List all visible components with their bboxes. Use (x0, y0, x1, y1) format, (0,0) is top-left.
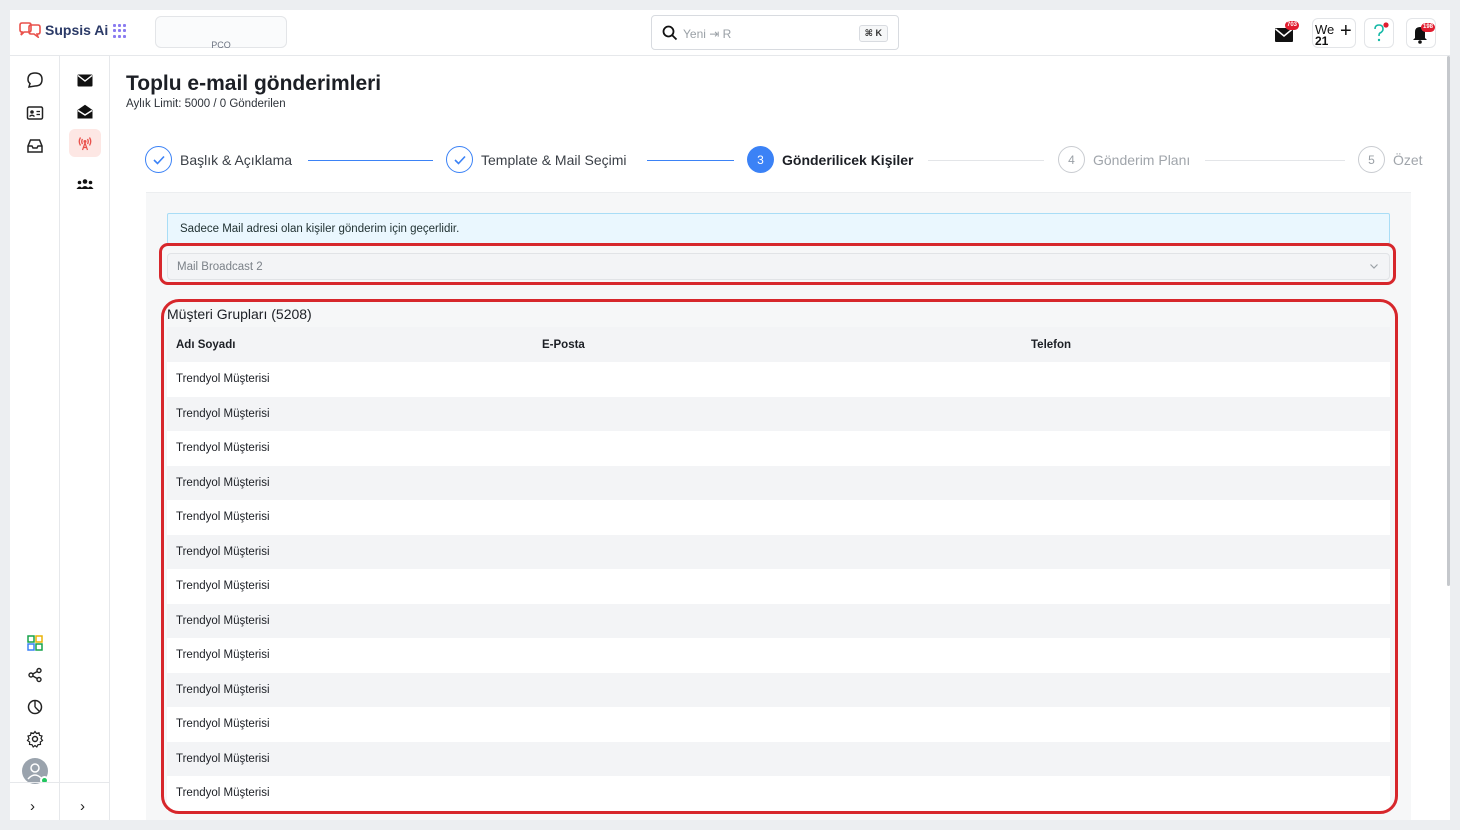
integrations-nav-item[interactable] (19, 661, 51, 689)
step-template-mail[interactable]: Template & Mail Seçimi (446, 146, 627, 173)
group-icon (76, 179, 94, 189)
expand-sidebar-chevron-icon[interactable]: › (30, 798, 35, 815)
mail-badge: 703 (1285, 21, 1300, 30)
broadcast-icon (78, 137, 92, 151)
share-icon (28, 667, 42, 683)
wizard-stepper: Başlık & Açıklama Template & Mail Seçimi… (145, 146, 1423, 174)
mail-open-icon (77, 104, 93, 118)
mail-icon (77, 74, 93, 86)
secondary-sidebar: › (60, 56, 110, 820)
organization-selector[interactable]: PCO (155, 16, 287, 50)
notifications-button[interactable]: 198 (1406, 18, 1436, 48)
chat-icon (27, 72, 43, 88)
help-button[interactable] (1364, 18, 1394, 48)
question-icon (1374, 22, 1389, 42)
settings-nav-item[interactable] (19, 725, 51, 753)
chat-nav-item[interactable] (19, 66, 51, 94)
step-label: Özet (1393, 151, 1423, 168)
settings-icon (26, 730, 44, 748)
primary-sidebar: › (10, 56, 60, 820)
inbox-nav-item[interactable] (19, 132, 51, 160)
groups-nav-item[interactable] (69, 170, 101, 198)
step-connector (647, 160, 734, 161)
step-send-plan[interactable]: 4 Gönderim Planı (1058, 146, 1190, 173)
page-scrollbar[interactable] (1447, 56, 1450, 586)
app-window: Supsis Ai PCO Yeni ⇥ R ⌘ K 703 We 21 + 1… (10, 10, 1450, 820)
contact-card-icon (26, 106, 44, 120)
brand-logo[interactable]: Supsis Ai (18, 22, 108, 38)
step-recipients[interactable]: 3 Gönderilicek Kişiler (747, 146, 914, 173)
app-name: Supsis Ai (45, 22, 109, 38)
supsis-logo-icon (19, 22, 41, 38)
step-label: Gönderim Planı (1093, 151, 1191, 168)
online-status-dot (40, 776, 49, 785)
dashboard-icon (27, 635, 43, 651)
step-label: Gönderilicek Kişiler (782, 151, 914, 168)
step-connector (928, 160, 1044, 161)
page-title: Toplu e-mail gönderimleri (126, 72, 382, 95)
step-number: 5 (1358, 146, 1385, 173)
calendar-add-button[interactable]: We 21 + (1312, 18, 1356, 48)
notification-badge: 198 (1421, 23, 1436, 32)
info-alert: Sadece Mail adresi olan kişiler gönderim… (167, 213, 1390, 244)
step-connector (1205, 160, 1345, 161)
check-icon (446, 146, 473, 173)
dashboard-nav-item[interactable] (19, 629, 51, 657)
mail-open-nav-item[interactable] (69, 97, 101, 125)
search-shortcut: ⌘ K (858, 25, 888, 42)
step-title-description[interactable]: Başlık & Açıklama (145, 146, 292, 173)
user-avatar[interactable] (22, 758, 49, 785)
check-icon (145, 146, 172, 173)
rail-divider (60, 782, 109, 783)
inbox-icon (27, 139, 43, 153)
clock-icon (27, 699, 43, 715)
calendar-day: 21 (1315, 34, 1329, 48)
step-summary[interactable]: 5 Özet (1358, 146, 1423, 173)
reports-nav-item[interactable] (19, 693, 51, 721)
contacts-nav-item[interactable] (19, 99, 51, 127)
info-alert-text: Sadece Mail adresi olan kişiler gönderim… (180, 223, 460, 235)
top-bar: Supsis Ai PCO Yeni ⇥ R ⌘ K 703 We 21 + 1… (10, 10, 1450, 56)
monthly-limit-text: Aylık Limit: 5000 / 0 Gönderilen (126, 98, 286, 110)
highlight-box-table (161, 299, 1398, 814)
step-number: 3 (747, 146, 774, 173)
mail-nav-item[interactable] (69, 66, 101, 94)
broadcast-nav-item[interactable] (69, 129, 101, 157)
search-input[interactable]: Yeni ⇥ R (683, 27, 731, 41)
step-label: Başlık & Açıklama (180, 151, 293, 168)
plus-icon: + (1340, 20, 1352, 42)
search-box[interactable]: Yeni ⇥ R ⌘ K (651, 15, 899, 50)
step-label: Template & Mail Seçimi (481, 151, 627, 168)
organization-label: PCO (211, 40, 231, 50)
highlight-box-select (159, 243, 1396, 285)
search-icon (662, 25, 678, 41)
apps-grid-icon[interactable] (113, 24, 127, 38)
expand-menu-chevron-icon[interactable]: › (80, 798, 85, 815)
rail-divider (10, 782, 59, 783)
step-connector (308, 160, 433, 161)
step-number: 4 (1058, 146, 1085, 173)
mail-notifications-button[interactable]: 703 (1272, 21, 1300, 46)
